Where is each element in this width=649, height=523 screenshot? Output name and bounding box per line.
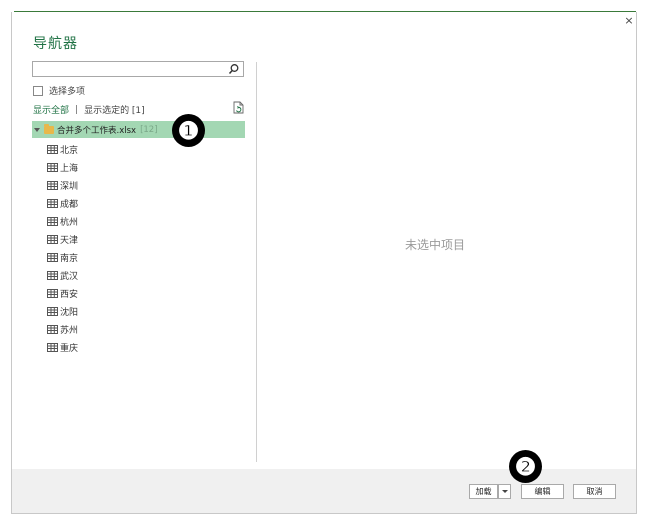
table-icon [47, 288, 58, 298]
list-item[interactable]: 南京 [47, 248, 78, 266]
step-badge-2: ❷ [509, 450, 542, 483]
workbook-count: [12] [140, 124, 158, 135]
list-item[interactable]: 杭州 [47, 212, 78, 230]
table-icon [47, 198, 58, 208]
load-button[interactable]: 加载 [469, 484, 498, 499]
sheet-label: 深圳 [60, 181, 79, 192]
multi-select-option[interactable]: 选择多项 [33, 84, 85, 97]
chevron-down-icon [501, 490, 508, 493]
sheet-label: 沈阳 [60, 307, 79, 318]
sheet-label: 南京 [60, 253, 79, 264]
sheet-label: 杭州 [60, 217, 79, 228]
sheet-label: 上海 [60, 163, 79, 174]
table-icon [47, 252, 58, 262]
show-all-link[interactable]: 显示全部 [33, 103, 69, 116]
search-input[interactable] [32, 61, 244, 77]
table-icon [47, 162, 58, 172]
list-item[interactable]: 天津 [47, 230, 78, 248]
table-icon [47, 234, 58, 244]
expand-icon[interactable] [34, 127, 40, 132]
folder-icon [44, 123, 54, 134]
tree-root-workbook[interactable]: 合并多个工作表.xlsx [12] [32, 121, 245, 138]
list-item[interactable]: 上海 [47, 158, 78, 176]
preview-empty-message: 未选中项目 [405, 238, 466, 252]
pane-divider[interactable] [256, 62, 257, 462]
list-item[interactable]: 武汉 [47, 266, 78, 284]
list-item[interactable]: 沈阳 [47, 302, 78, 320]
filter-separator: | [75, 104, 79, 115]
list-item[interactable]: 深圳 [47, 176, 78, 194]
multi-select-checkbox[interactable] [33, 85, 43, 96]
list-item[interactable]: 北京 [47, 140, 78, 158]
multi-select-label: 选择多项 [49, 87, 86, 97]
load-dropdown-button[interactable] [498, 484, 511, 499]
dialog-title: 导航器 [33, 36, 78, 52]
cancel-button[interactable]: 取消 [573, 484, 616, 499]
sheet-label: 重庆 [60, 343, 79, 354]
list-item[interactable]: 成都 [47, 194, 78, 212]
table-icon [47, 342, 58, 352]
close-icon[interactable]: × [623, 15, 635, 27]
search-icon[interactable] [228, 63, 240, 75]
table-icon [47, 270, 58, 280]
table-icon [47, 216, 58, 226]
table-icon [47, 144, 58, 154]
sheet-label: 武汉 [60, 271, 79, 282]
workbook-label: 合并多个工作表.xlsx [57, 125, 137, 136]
view-filter: 显示全部 | 显示选定的 [1] [33, 103, 145, 117]
sheet-label: 天津 [60, 235, 79, 246]
navigator-dialog [11, 12, 637, 514]
edit-button[interactable]: 编辑 [521, 484, 564, 499]
table-icon [47, 324, 58, 334]
refresh-icon[interactable] [233, 101, 244, 114]
sheet-label: 成都 [60, 199, 79, 210]
sheet-label: 北京 [60, 145, 79, 156]
list-item[interactable]: 西安 [47, 284, 78, 302]
table-icon [47, 180, 58, 190]
list-item[interactable]: 苏州 [47, 320, 78, 338]
show-selected-link[interactable]: 显示选定的 [1] [84, 103, 145, 116]
step-badge-1: ❶ [172, 114, 205, 147]
list-item[interactable]: 重庆 [47, 338, 78, 356]
table-icon [47, 306, 58, 316]
sheet-label: 西安 [60, 289, 79, 300]
sheet-label: 苏州 [60, 325, 79, 336]
sheet-list: 北京 上海 深圳 成都 杭州 天津 南京 武汉 西安 沈阳 苏州 重庆 [47, 140, 78, 356]
